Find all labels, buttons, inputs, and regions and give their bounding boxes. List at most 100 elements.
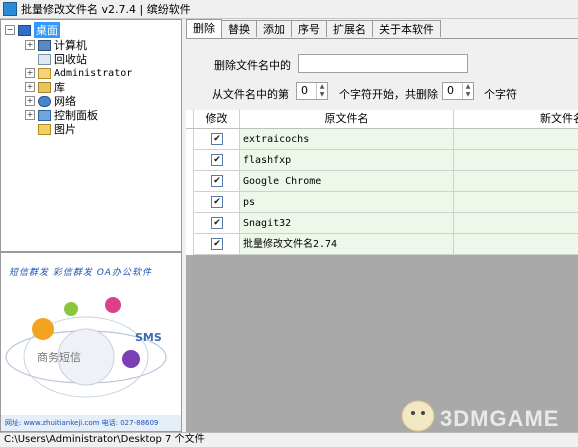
tree-item-network[interactable]: + 网络 (25, 94, 76, 108)
original-name-cell[interactable]: Google Chrome (240, 171, 454, 192)
modify-checkbox[interactable]: ✔ (211, 133, 223, 145)
tab-sequence[interactable]: 序号 (291, 20, 327, 37)
original-name-cell[interactable]: flashfxp (240, 150, 454, 171)
status-bar: C:\Users\Administrator\Desktop 7 个文件 (0, 432, 578, 446)
folder-icon (38, 123, 51, 135)
tree-item-pictures[interactable]: 图片 (25, 122, 76, 136)
file-grid[interactable]: 修改 原文件名 新文件名 ✔ extraicochs ✔ flashfxp ✔ … (186, 110, 578, 432)
ad-orb-orange (32, 318, 54, 340)
table-row[interactable]: ✔ 批量修改文件名2.74 (186, 234, 578, 255)
expand-icon[interactable]: + (25, 82, 35, 92)
table-row[interactable]: ✔ ps (186, 192, 578, 213)
control-panel-icon (38, 109, 51, 121)
delete-count-value: 0 (447, 84, 454, 97)
ad-orb-green (64, 302, 78, 316)
modify-checkbox[interactable]: ✔ (211, 196, 223, 208)
delete-count-stepper[interactable]: 0 ▲ ▼ (442, 82, 474, 100)
app-icon (3, 2, 17, 16)
spin-arrows-icon[interactable]: ▲ ▼ (316, 83, 327, 99)
expand-icon[interactable]: + (25, 40, 35, 50)
row-marker (186, 129, 194, 150)
modify-cell: ✔ (194, 150, 240, 171)
tree-item-label: 回收站 (54, 53, 87, 66)
from-label: 从文件名中的第 (212, 88, 289, 101)
new-name-cell[interactable] (454, 234, 578, 255)
user-folder-icon (38, 67, 51, 79)
recycle-bin-icon (38, 53, 51, 65)
modify-checkbox[interactable]: ✔ (211, 154, 223, 166)
table-row[interactable]: ✔ Snagit32 (186, 213, 578, 234)
spin-arrows-icon[interactable]: ▲ ▼ (462, 83, 473, 99)
modify-checkbox[interactable]: ✔ (211, 238, 223, 250)
ad-orb-purple (122, 350, 140, 368)
tree-item-label: 图片 (54, 123, 76, 136)
mid-label: 个字符开始，共删除 (339, 88, 438, 101)
expand-icon[interactable]: + (25, 96, 35, 106)
original-name-cell[interactable]: ps (240, 192, 454, 213)
tree-item-administrator[interactable]: + Administrator (25, 66, 132, 80)
tab-add[interactable]: 添加 (256, 20, 292, 37)
tree-item-desktop[interactable]: − 桌面 (5, 22, 60, 38)
row-marker-header (186, 110, 194, 128)
table-row[interactable]: ✔ flashfxp (186, 150, 578, 171)
table-row[interactable]: ✔ Google Chrome (186, 171, 578, 192)
tab-replace[interactable]: 替换 (221, 20, 257, 37)
ad-graphic (5, 297, 167, 398)
start-position-stepper[interactable]: 0 ▲ ▼ (296, 82, 328, 100)
modify-cell: ✔ (194, 129, 240, 150)
ad-footer[interactable]: 网址: www.zhuitiankeji.com 电话: 027-88609 (1, 415, 181, 431)
row-marker (186, 213, 194, 234)
modify-checkbox[interactable]: ✔ (211, 217, 223, 229)
end-label: 个字符 (484, 88, 517, 101)
start-position-value: 0 (301, 84, 308, 97)
tab-about[interactable]: 关于本软件 (372, 20, 441, 37)
ad-orb-pink (105, 297, 121, 313)
new-name-cell[interactable] (454, 192, 578, 213)
row-marker (186, 192, 194, 213)
folder-tree[interactable]: − 桌面 + 计算机 回收站 + Administrator + 库 + 网络 … (0, 19, 182, 252)
column-header-new-name[interactable]: 新文件名 (454, 110, 578, 128)
window-title: 批量修改文件名 v2.7.4 | 缤纷软件 (21, 3, 191, 16)
tree-item-recycle-bin[interactable]: 回收站 (25, 52, 87, 66)
tab-delete[interactable]: 删除 (186, 19, 222, 38)
new-name-cell[interactable] (454, 150, 578, 171)
new-name-cell[interactable] (454, 213, 578, 234)
computer-icon (38, 39, 51, 51)
new-name-cell[interactable] (454, 171, 578, 192)
expand-icon[interactable]: + (25, 110, 35, 120)
table-row[interactable]: ✔ extraicochs (186, 129, 578, 150)
column-header-original-name[interactable]: 原文件名 (240, 110, 454, 128)
watermark-text: 3DMGAME (440, 406, 560, 431)
tree-item-computer[interactable]: + 计算机 (25, 38, 87, 52)
ad-sms-text: SMS (135, 331, 162, 344)
column-header-modify[interactable]: 修改 (194, 110, 240, 128)
row-marker (186, 150, 194, 171)
delete-text-input[interactable] (298, 54, 468, 73)
tab-bar: 删除 替换 添加 序号 扩展名 关于本软件 (186, 19, 441, 38)
modify-cell: ✔ (194, 192, 240, 213)
tab-extension[interactable]: 扩展名 (326, 20, 373, 37)
delete-panel: 删除文件名中的 从文件名中的第 0 ▲ ▼ 个字符开始，共删除 0 ▲ ▼ 个字符 (186, 38, 578, 108)
collapse-icon[interactable]: − (5, 25, 15, 35)
watermark-mascot-icon (401, 400, 435, 432)
ad-banner[interactable]: 短信群发 彩信群发 OA办公软件 商务短信 SMS 网址: www.zhuiti… (0, 252, 182, 432)
library-icon (38, 81, 51, 93)
expand-icon[interactable]: + (25, 68, 35, 78)
original-name-cell[interactable]: Snagit32 (240, 213, 454, 234)
original-name-cell[interactable]: 批量修改文件名2.74 (240, 234, 454, 255)
tree-item-label: Administrator (54, 67, 133, 79)
row-marker (186, 171, 194, 192)
new-name-cell[interactable] (454, 129, 578, 150)
row-marker (186, 234, 194, 255)
tree-item-control-panel[interactable]: + 控制面板 (25, 108, 98, 122)
modify-cell: ✔ (194, 234, 240, 255)
modify-checkbox[interactable]: ✔ (211, 175, 223, 187)
original-name-cell[interactable]: extraicochs (240, 129, 454, 150)
title-bar: 批量修改文件名 v2.7.4 | 缤纷软件 (0, 0, 578, 19)
delete-label: 删除文件名中的 (214, 59, 291, 72)
desktop-icon (18, 24, 31, 36)
network-icon (38, 95, 51, 107)
tree-item-label: 桌面 (34, 22, 60, 38)
tree-item-library[interactable]: + 库 (25, 80, 65, 94)
grid-header: 修改 原文件名 新文件名 (186, 110, 578, 129)
